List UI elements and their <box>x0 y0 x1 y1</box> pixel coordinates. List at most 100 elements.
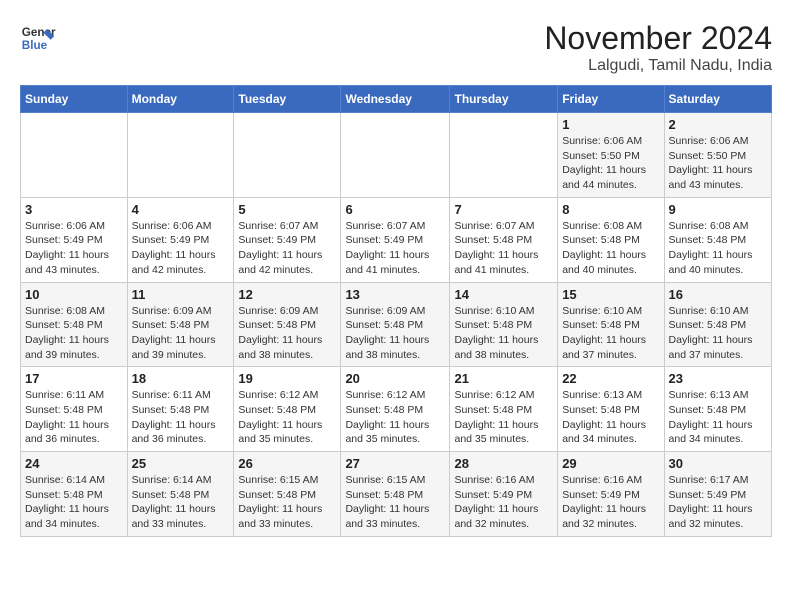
calendar-cell: 6 Sunrise: 6:07 AMSunset: 5:49 PMDaylight… <box>341 197 450 282</box>
month-title: November 2024 <box>544 20 772 57</box>
calendar-cell: 27Sunrise: 6:15 AMSunset: 5:48 PMDayligh… <box>341 452 450 537</box>
weekday-header-thursday: Thursday <box>450 86 558 113</box>
calendar-cell: 5 Sunrise: 6:07 AMSunset: 5:49 PMDaylight… <box>234 197 341 282</box>
calendar-cell: 21 Sunrise: 6:12 AMSunset: 5:48 PMDayligh… <box>450 367 558 452</box>
day-number: 20 <box>345 371 445 386</box>
day-info: Sunrise: 6:14 AMSunset: 5:48 PMDaylight:… <box>25 473 123 532</box>
day-number: 11 <box>132 287 230 302</box>
day-info: Sunrise: 6:13 AMSunset: 5:48 PMDaylight:… <box>669 388 767 447</box>
calendar-cell: 14Sunrise: 6:10 AMSunset: 5:48 PMDayligh… <box>450 282 558 367</box>
calendar-cell: 16 Sunrise: 6:10 AMSunset: 5:48 PMDayligh… <box>664 282 771 367</box>
day-number: 12 <box>238 287 336 302</box>
day-number: 6 <box>345 202 445 217</box>
calendar-cell: 22Sunrise: 6:13 AMSunset: 5:48 PMDayligh… <box>558 367 664 452</box>
day-info: Sunrise: 6:17 AMSunset: 5:49 PMDaylight:… <box>669 473 767 532</box>
calendar-cell: 17Sunrise: 6:11 AMSunset: 5:48 PMDayligh… <box>21 367 128 452</box>
calendar-cell: 10Sunrise: 6:08 AMSunset: 5:48 PMDayligh… <box>21 282 128 367</box>
calendar-cell: 3Sunrise: 6:06 AMSunset: 5:49 PMDaylight… <box>21 197 128 282</box>
calendar-cell <box>341 113 450 198</box>
day-number: 18 <box>132 371 230 386</box>
day-number: 21 <box>454 371 553 386</box>
day-number: 13 <box>345 287 445 302</box>
day-number: 28 <box>454 456 553 471</box>
day-info: Sunrise: 6:16 AMSunset: 5:49 PMDaylight:… <box>454 473 553 532</box>
calendar-cell: 26 Sunrise: 6:15 AMSunset: 5:48 PMDayligh… <box>234 452 341 537</box>
calendar-cell: 15 Sunrise: 6:10 AMSunset: 5:48 PMDayligh… <box>558 282 664 367</box>
day-info: Sunrise: 6:07 AMSunset: 5:49 PMDaylight:… <box>238 219 336 278</box>
weekday-header-sunday: Sunday <box>21 86 128 113</box>
day-info: Sunrise: 6:06 AMSunset: 5:50 PMDaylight:… <box>562 134 659 193</box>
day-number: 5 <box>238 202 336 217</box>
day-info: Sunrise: 6:11 AMSunset: 5:48 PMDaylight:… <box>132 388 230 447</box>
day-number: 2 <box>669 117 767 132</box>
calendar-cell <box>21 113 128 198</box>
day-number: 22 <box>562 371 659 386</box>
calendar-cell: 8Sunrise: 6:08 AMSunset: 5:48 PMDaylight… <box>558 197 664 282</box>
calendar-week-row: 3Sunrise: 6:06 AMSunset: 5:49 PMDaylight… <box>21 197 772 282</box>
calendar-cell: 12 Sunrise: 6:09 AMSunset: 5:48 PMDayligh… <box>234 282 341 367</box>
day-number: 14 <box>454 287 553 302</box>
day-number: 27 <box>345 456 445 471</box>
title-block: November 2024 Lalgudi, Tamil Nadu, India <box>544 20 772 75</box>
calendar-cell: 28 Sunrise: 6:16 AMSunset: 5:49 PMDayligh… <box>450 452 558 537</box>
weekday-header-friday: Friday <box>558 86 664 113</box>
calendar-table: SundayMondayTuesdayWednesdayThursdayFrid… <box>20 85 772 537</box>
day-info: Sunrise: 6:10 AMSunset: 5:48 PMDaylight:… <box>562 304 659 363</box>
day-number: 15 <box>562 287 659 302</box>
calendar-cell: 13 Sunrise: 6:09 AMSunset: 5:48 PMDayligh… <box>341 282 450 367</box>
calendar-cell: 29Sunrise: 6:16 AMSunset: 5:49 PMDayligh… <box>558 452 664 537</box>
calendar-cell: 11 Sunrise: 6:09 AMSunset: 5:48 PMDayligh… <box>127 282 234 367</box>
day-info: Sunrise: 6:06 AMSunset: 5:50 PMDaylight:… <box>669 134 767 193</box>
day-number: 23 <box>669 371 767 386</box>
calendar-week-row: 17 Sunrise: 6:11 AMSunset: 5:48 PMDayligh… <box>21 367 772 452</box>
weekday-header-wednesday: Wednesday <box>341 86 450 113</box>
logo-icon: General Blue <box>20 20 56 56</box>
day-number: 26 <box>238 456 336 471</box>
day-number: 7 <box>454 202 553 217</box>
day-info: Sunrise: 6:07 AMSunset: 5:49 PMDaylight:… <box>345 219 445 278</box>
day-number: 17 <box>25 371 123 386</box>
day-number: 4 <box>132 202 230 217</box>
calendar-cell: 24Sunrise: 6:14 AMSunset: 5:48 PMDayligh… <box>21 452 128 537</box>
day-number: 1 <box>562 117 659 132</box>
day-info: Sunrise: 6:12 AMSunset: 5:48 PMDaylight:… <box>345 388 445 447</box>
day-number: 9 <box>669 202 767 217</box>
day-info: Sunrise: 6:12 AMSunset: 5:48 PMDaylight:… <box>454 388 553 447</box>
day-info: Sunrise: 6:15 AMSunset: 5:48 PMDaylight:… <box>238 473 336 532</box>
calendar-cell: 19Sunrise: 6:12 AMSunset: 5:48 PMDayligh… <box>234 367 341 452</box>
calendar-cell <box>127 113 234 198</box>
day-info: Sunrise: 6:09 AMSunset: 5:48 PMDaylight:… <box>345 304 445 363</box>
header: General Blue November 2024 Lalgudi, Tami… <box>20 20 772 75</box>
calendar-week-row: 24Sunrise: 6:14 AMSunset: 5:48 PMDayligh… <box>21 452 772 537</box>
day-number: 10 <box>25 287 123 302</box>
weekday-header-row: SundayMondayTuesdayWednesdayThursdayFrid… <box>21 86 772 113</box>
calendar-cell: 18 Sunrise: 6:11 AMSunset: 5:48 PMDayligh… <box>127 367 234 452</box>
calendar-cell <box>450 113 558 198</box>
weekday-header-monday: Monday <box>127 86 234 113</box>
calendar-cell: 2 Sunrise: 6:06 AMSunset: 5:50 PMDaylight… <box>664 113 771 198</box>
calendar-cell: 9 Sunrise: 6:08 AMSunset: 5:48 PMDaylight… <box>664 197 771 282</box>
day-info: Sunrise: 6:10 AMSunset: 5:48 PMDaylight:… <box>669 304 767 363</box>
calendar-cell: 20 Sunrise: 6:12 AMSunset: 5:48 PMDayligh… <box>341 367 450 452</box>
day-info: Sunrise: 6:09 AMSunset: 5:48 PMDaylight:… <box>238 304 336 363</box>
day-number: 16 <box>669 287 767 302</box>
day-info: Sunrise: 6:09 AMSunset: 5:48 PMDaylight:… <box>132 304 230 363</box>
calendar-cell: 23 Sunrise: 6:13 AMSunset: 5:48 PMDayligh… <box>664 367 771 452</box>
svg-text:Blue: Blue <box>22 39 48 52</box>
day-info: Sunrise: 6:14 AMSunset: 5:48 PMDaylight:… <box>132 473 230 532</box>
calendar-cell: 4 Sunrise: 6:06 AMSunset: 5:49 PMDaylight… <box>127 197 234 282</box>
day-info: Sunrise: 6:08 AMSunset: 5:48 PMDaylight:… <box>669 219 767 278</box>
calendar-cell: 30 Sunrise: 6:17 AMSunset: 5:49 PMDayligh… <box>664 452 771 537</box>
day-info: Sunrise: 6:07 AMSunset: 5:48 PMDaylight:… <box>454 219 553 278</box>
calendar-cell: 7 Sunrise: 6:07 AMSunset: 5:48 PMDaylight… <box>450 197 558 282</box>
day-info: Sunrise: 6:06 AMSunset: 5:49 PMDaylight:… <box>132 219 230 278</box>
calendar-cell: 1 Sunrise: 6:06 AMSunset: 5:50 PMDaylight… <box>558 113 664 198</box>
logo: General Blue <box>20 20 60 56</box>
calendar-cell <box>234 113 341 198</box>
day-info: Sunrise: 6:06 AMSunset: 5:49 PMDaylight:… <box>25 219 123 278</box>
calendar-week-row: 10Sunrise: 6:08 AMSunset: 5:48 PMDayligh… <box>21 282 772 367</box>
day-number: 8 <box>562 202 659 217</box>
day-number: 30 <box>669 456 767 471</box>
day-number: 29 <box>562 456 659 471</box>
day-number: 19 <box>238 371 336 386</box>
